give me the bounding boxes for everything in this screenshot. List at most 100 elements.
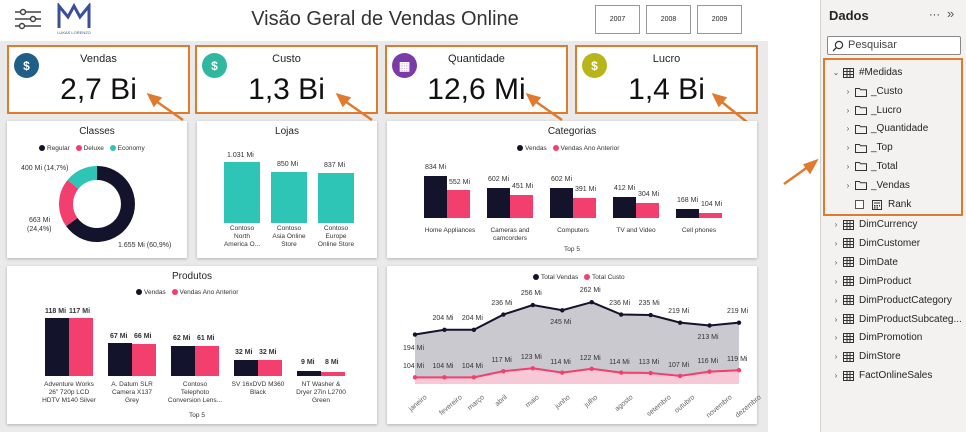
- bar-vendas[interactable]: [424, 176, 447, 218]
- produtos-card[interactable]: Produtos Vendas Vendas Ano Anterior 118 …: [7, 266, 377, 424]
- chevron-right-icon[interactable]: ›: [831, 333, 841, 342]
- folder-lucro[interactable]: › _Lucro: [843, 105, 902, 116]
- chevron-down-icon[interactable]: ⌄: [831, 68, 841, 77]
- bar-vendas[interactable]: [487, 188, 510, 218]
- chevron-right-icon[interactable]: ›: [843, 87, 853, 96]
- table-medidas[interactable]: ⌄ #Medidas: [831, 67, 903, 78]
- table-dimcustomer[interactable]: › DimCustomer: [831, 238, 920, 249]
- vendas-data-label: 219 Mi: [668, 307, 690, 315]
- data-label: 400 Mi (14,7%): [21, 165, 69, 172]
- table-dimproductsubcateg[interactable]: › DimProductSubcateg...: [831, 314, 962, 325]
- monthly-plot[interactable]: [387, 266, 757, 424]
- chevron-right-icon[interactable]: ›: [843, 124, 853, 133]
- bar-vendas-anterior[interactable]: [69, 318, 93, 376]
- categorias-title: Categorias: [547, 126, 597, 137]
- chevron-right-icon[interactable]: ›: [831, 277, 841, 286]
- chevron-right-icon[interactable]: ›: [843, 181, 853, 190]
- category-label: NT Washer & Dryer 27in L2700 Green: [296, 381, 346, 404]
- monthly-chart-card[interactable]: Total Vendas Total Custo 194 Mi 204 Mi 204…: [387, 266, 763, 424]
- bar-vendas[interactable]: [297, 371, 321, 376]
- chevron-right-icon[interactable]: ›: [831, 352, 841, 361]
- bar-vendas-anterior[interactable]: [195, 346, 219, 376]
- bar-vendas[interactable]: [613, 197, 636, 218]
- bar-vendas-anterior[interactable]: [258, 360, 282, 376]
- top-n-label: Top 5: [564, 246, 580, 253]
- classes-card[interactable]: Classes Regular Deluxe Economy 400 Mi (1…: [7, 121, 187, 258]
- chevron-right-icon[interactable]: ›: [831, 239, 841, 248]
- table-icon: [843, 67, 855, 78]
- more-options-icon[interactable]: ···: [929, 9, 940, 21]
- category-label: Computers: [557, 227, 589, 234]
- category-label: Cell phones: [681, 227, 717, 234]
- vendas-data-label: 236 Mi: [609, 299, 631, 307]
- produtos-title: Produtos: [171, 271, 213, 282]
- bar-vendas-anterior[interactable]: [132, 344, 156, 376]
- chevron-right-icon[interactable]: ›: [843, 162, 853, 171]
- classes-donut[interactable]: [59, 166, 135, 242]
- table-dimdate[interactable]: › DimDate: [831, 257, 898, 268]
- chevron-right-icon[interactable]: ›: [831, 296, 841, 305]
- custo-point: [648, 370, 653, 376]
- slice-economy: [67, 166, 98, 190]
- chevron-right-icon[interactable]: ›: [831, 220, 841, 229]
- data-label: 67 Mi: [110, 333, 128, 340]
- bar-vendas-anterior[interactable]: [447, 190, 470, 218]
- data-label: 32 Mi: [259, 349, 277, 356]
- field-label: DimProduct: [859, 275, 912, 287]
- bar-vendas[interactable]: [550, 188, 573, 218]
- data-label: 837 Mi: [324, 162, 346, 169]
- table-dimproduct[interactable]: › DimProduct: [831, 275, 912, 287]
- chevron-right-icon[interactable]: ›: [831, 371, 841, 380]
- vendas-data-label: 194 Mi: [403, 344, 425, 352]
- data-label: 304 Mi: [638, 191, 660, 198]
- custo-point: [501, 368, 506, 374]
- chevron-right-icon[interactable]: ›: [843, 106, 853, 115]
- field-label: _Top: [871, 142, 893, 154]
- table-dimproductcategory[interactable]: › DimProductCategory: [831, 295, 952, 306]
- folder-quantidade[interactable]: › _Quantidade: [843, 123, 929, 135]
- chevron-right-icon[interactable]: ›: [831, 315, 841, 324]
- measure-rank[interactable]: Rank: [855, 199, 911, 210]
- bar-vendas[interactable]: [45, 318, 69, 376]
- field-checkbox[interactable]: [855, 200, 864, 209]
- bar-loja-1[interactable]: [224, 162, 260, 223]
- data-label: 61 Mi: [197, 335, 215, 342]
- folder-custo[interactable]: › _Custo: [843, 86, 903, 97]
- folder-top[interactable]: › _Top: [843, 142, 893, 153]
- bar-vendas[interactable]: [171, 346, 195, 376]
- folder-vendas[interactable]: › _Vendas: [843, 180, 910, 191]
- bar-vendas[interactable]: [234, 360, 258, 376]
- categorias-card[interactable]: Categorias Vendas Vendas Ano Anterior 83…: [387, 121, 757, 258]
- lojas-card[interactable]: Lojas 1.031 Mi 850 Mi 837 Mi Contoso Nort…: [197, 121, 377, 258]
- bar-vendas-anterior[interactable]: [573, 198, 596, 218]
- bar-vendas-anterior[interactable]: [699, 213, 722, 218]
- bar-vendas-anterior[interactable]: [636, 203, 659, 218]
- table-dimcurrency[interactable]: › DimCurrency: [831, 219, 918, 230]
- bar-loja-2[interactable]: [271, 172, 307, 223]
- data-pane: Dados ··· » Pesquisar ⌄ #Medidas › _Custo › _…: [820, 0, 966, 432]
- table-dimstore[interactable]: › DimStore: [831, 351, 901, 362]
- table-factonlinesales[interactable]: › FactOnlineSales: [831, 370, 933, 381]
- data-label: 412 Mi: [614, 185, 636, 192]
- vendas-point: [442, 327, 447, 332]
- field-label: _Quantidade: [871, 123, 929, 135]
- table-icon: [843, 332, 855, 343]
- bar-vendas[interactable]: [676, 209, 699, 218]
- field-label: _Lucro: [871, 104, 902, 116]
- bar-vendas-anterior[interactable]: [510, 195, 533, 218]
- bar-vendas-anterior[interactable]: [321, 372, 345, 376]
- chevron-right-icon[interactable]: ›: [843, 143, 853, 152]
- chevron-right-icon[interactable]: ›: [831, 258, 841, 267]
- vendas-data-label: 204 Mi: [461, 314, 483, 322]
- search-placeholder: Pesquisar: [848, 39, 897, 51]
- bar-loja-3[interactable]: [318, 173, 354, 223]
- field-label: DimCurrency: [859, 219, 918, 230]
- collapse-pane-icon[interactable]: »: [947, 6, 954, 21]
- bar-vendas[interactable]: [108, 343, 132, 376]
- data-label: 104 Mi: [701, 201, 723, 208]
- table-icon: [843, 314, 855, 324]
- field-label: _Vendas: [871, 179, 910, 191]
- search-input[interactable]: Pesquisar: [827, 36, 961, 55]
- table-dimpromotion[interactable]: › DimPromotion: [831, 332, 923, 343]
- folder-total[interactable]: › _Total: [843, 161, 898, 172]
